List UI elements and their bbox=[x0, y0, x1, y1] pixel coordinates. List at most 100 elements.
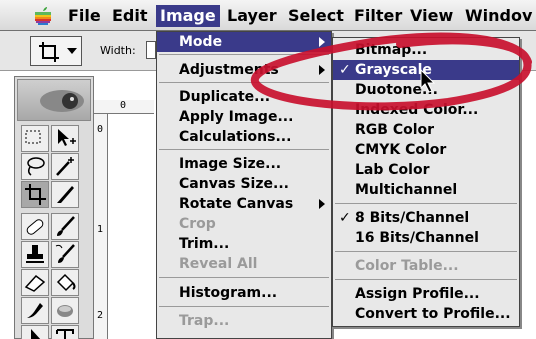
menu-item-label: 16 Bits/Channel bbox=[355, 230, 479, 246]
menu-item-label: Reveal All bbox=[179, 256, 258, 272]
stamp-icon bbox=[26, 245, 44, 263]
menu-item-color-table[interactable]: Color Table... bbox=[333, 256, 519, 276]
eraser-tool[interactable] bbox=[21, 269, 49, 296]
menu-item-label: Assign Profile... bbox=[355, 286, 480, 302]
magic-wand-tool[interactable] bbox=[51, 153, 79, 180]
menu-item-duotone[interactable]: Duotone... bbox=[333, 80, 519, 100]
slice-tool[interactable] bbox=[51, 181, 79, 208]
menu-separator bbox=[159, 149, 329, 150]
chevron-down-icon bbox=[67, 48, 77, 54]
move-tool[interactable] bbox=[51, 125, 79, 152]
paint-bucket-tool[interactable] bbox=[51, 269, 79, 296]
menu-item-reveal-all[interactable]: Reveal All bbox=[157, 254, 331, 274]
menu-item-convert-to-profile[interactable]: Convert to Profile... bbox=[333, 304, 519, 324]
width-label: Width: bbox=[100, 44, 136, 57]
type-tool[interactable] bbox=[51, 325, 79, 339]
menu-item-label: Grayscale bbox=[355, 62, 432, 78]
lasso-icon bbox=[27, 157, 45, 176]
menu-item-cmyk-color[interactable]: CMYK Color bbox=[333, 140, 519, 160]
menu-item-label: Rotate Canvas bbox=[179, 196, 294, 212]
menu-item-label: Mode bbox=[179, 34, 223, 50]
menu-item-assign-profile[interactable]: Assign Profile... bbox=[333, 284, 519, 304]
menu-item-canvas-size[interactable]: Canvas Size... bbox=[157, 174, 331, 194]
menu-item-image-size[interactable]: Image Size... bbox=[157, 154, 331, 174]
ruler-label: 0 bbox=[97, 124, 104, 135]
paint-bucket-icon bbox=[56, 273, 76, 292]
menu-item-mode[interactable]: Mode bbox=[157, 32, 331, 52]
menu-item-label: Convert to Profile... bbox=[355, 306, 511, 322]
submenu-arrow-icon bbox=[319, 65, 325, 75]
path-selection-tool[interactable] bbox=[21, 325, 49, 339]
menu-item-label: CMYK Color bbox=[355, 142, 447, 158]
menu-separator bbox=[335, 279, 517, 280]
menu-separator bbox=[159, 82, 329, 83]
menu-window[interactable]: Windov bbox=[461, 5, 536, 27]
dodge-tool[interactable] bbox=[51, 297, 79, 324]
marquee-icon bbox=[25, 130, 41, 144]
menu-separator bbox=[159, 306, 329, 307]
healing-brush-tool[interactable] bbox=[21, 213, 49, 240]
tool-palette bbox=[14, 76, 94, 339]
menu-item-8-bits[interactable]: ✓ 8 Bits/Channel bbox=[333, 208, 519, 228]
menu-item-label: Trim... bbox=[179, 236, 230, 252]
menu-item-trim[interactable]: Trim... bbox=[157, 234, 331, 254]
menu-separator bbox=[335, 203, 517, 204]
menu-item-multichannel[interactable]: Multichannel bbox=[333, 180, 519, 200]
menu-item-trap[interactable]: Trap... bbox=[157, 311, 331, 331]
menu-item-indexed-color[interactable]: Indexed Color... bbox=[333, 100, 519, 120]
vertical-ruler: 0 1 2 bbox=[94, 114, 108, 339]
dodge-icon bbox=[57, 305, 73, 317]
menu-filter[interactable]: Filter bbox=[350, 5, 406, 27]
menu-item-rotate-canvas[interactable]: Rotate Canvas bbox=[157, 194, 331, 214]
menu-item-label: Indexed Color... bbox=[355, 102, 479, 118]
menu-item-16-bits[interactable]: 16 Bits/Channel bbox=[333, 228, 519, 248]
menu-image[interactable]: Image bbox=[156, 5, 220, 27]
menu-item-grayscale[interactable]: ✓ Grayscale bbox=[333, 60, 519, 80]
lasso-tool[interactable] bbox=[21, 153, 49, 180]
menu-item-label: Lab Color bbox=[355, 162, 430, 178]
clone-stamp-tool[interactable] bbox=[21, 241, 49, 268]
menu-item-histogram[interactable]: Histogram... bbox=[157, 283, 331, 303]
menu-item-calculations[interactable]: Calculations... bbox=[157, 127, 331, 147]
brush-tool[interactable] bbox=[51, 213, 79, 240]
menu-item-label: Apply Image... bbox=[179, 109, 294, 125]
blur-tool[interactable] bbox=[21, 297, 49, 324]
mode-submenu: Bitmap... ✓ Grayscale Duotone... Indexed… bbox=[332, 37, 520, 327]
bandage-icon bbox=[26, 219, 44, 235]
width-input[interactable] bbox=[146, 41, 156, 59]
menu-file[interactable]: File bbox=[64, 5, 105, 27]
history-brush-tool[interactable] bbox=[51, 241, 79, 268]
menu-separator bbox=[159, 277, 329, 278]
menu-item-lab-color[interactable]: Lab Color bbox=[333, 160, 519, 180]
smudge-icon bbox=[27, 303, 43, 318]
eye-logo-icon bbox=[40, 90, 84, 112]
menu-item-label: RGB Color bbox=[355, 122, 435, 138]
menu-edit[interactable]: Edit bbox=[108, 5, 152, 27]
menu-item-label: Adjustments bbox=[179, 62, 279, 78]
image-menu: Mode Adjustments Duplicate... Apply Imag… bbox=[156, 31, 332, 339]
menu-view[interactable]: View bbox=[406, 5, 457, 27]
menu-item-label: Image Size... bbox=[179, 156, 282, 172]
menu-item-label: Duotone... bbox=[355, 82, 438, 98]
crop-icon bbox=[39, 42, 59, 62]
menu-item-label: Calculations... bbox=[179, 129, 292, 145]
menu-separator bbox=[335, 251, 517, 252]
menu-item-label: Color Table... bbox=[355, 258, 459, 274]
menu-item-label: Canvas Size... bbox=[179, 176, 289, 192]
menu-item-apply-image[interactable]: Apply Image... bbox=[157, 107, 331, 127]
tool-preset-picker[interactable] bbox=[30, 36, 82, 66]
menu-layer[interactable]: Layer bbox=[223, 5, 281, 27]
palette-header bbox=[17, 79, 91, 121]
menu-item-rgb-color[interactable]: RGB Color bbox=[333, 120, 519, 140]
crop-icon bbox=[25, 184, 46, 205]
menu-select[interactable]: Select bbox=[284, 5, 348, 27]
ruler-label: 2 bbox=[97, 310, 104, 321]
marquee-tool[interactable] bbox=[21, 125, 49, 152]
menu-item-bitmap[interactable]: Bitmap... bbox=[333, 40, 519, 60]
menu-item-crop[interactable]: Crop bbox=[157, 214, 331, 234]
type-icon bbox=[56, 329, 74, 339]
menu-item-duplicate[interactable]: Duplicate... bbox=[157, 87, 331, 107]
menu-item-adjustments[interactable]: Adjustments bbox=[157, 60, 331, 80]
apple-menu-icon[interactable] bbox=[34, 6, 52, 26]
crop-tool[interactable] bbox=[21, 181, 49, 208]
